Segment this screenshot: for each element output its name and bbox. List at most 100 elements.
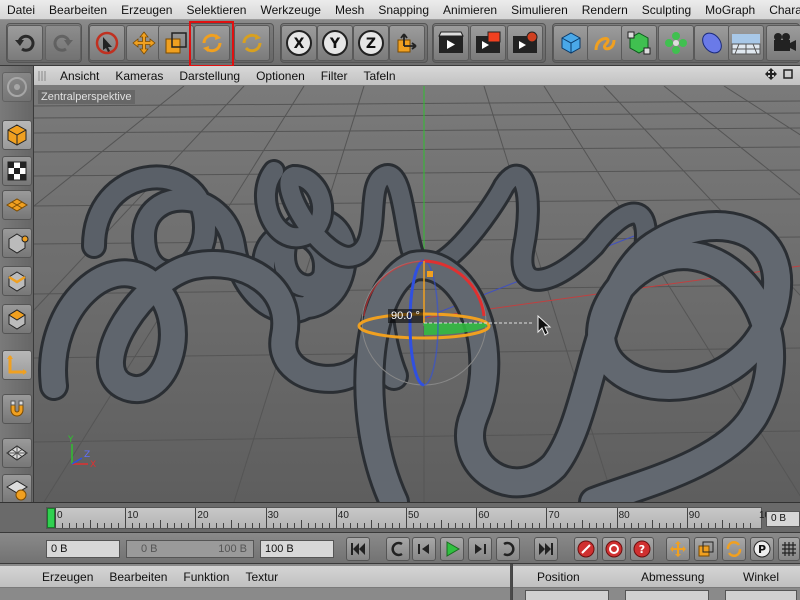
viewport-menu-filter[interactable]: Filter	[313, 66, 356, 86]
menu-funktion[interactable]: Funktion	[175, 570, 237, 584]
menu-bearbeiten-bottom[interactable]: Bearbeiten	[101, 570, 175, 584]
menu-erzeugen-bottom[interactable]: Erzeugen	[34, 570, 101, 584]
nurbs-button[interactable]	[621, 25, 657, 61]
timeline-tick	[483, 523, 485, 528]
timeline-tick	[62, 523, 64, 528]
viewport-move-icon	[765, 68, 793, 80]
points-mode-button[interactable]	[2, 228, 32, 258]
menu-datei[interactable]: Datei	[0, 0, 42, 19]
last-tool-icon	[242, 33, 262, 53]
previous-key-button[interactable]	[386, 537, 410, 561]
move-key-button[interactable]	[666, 537, 690, 561]
current-frame-field[interactable]: 0 B	[766, 511, 800, 527]
make-editable-button[interactable]	[2, 120, 32, 150]
spline-button[interactable]	[587, 25, 623, 61]
timeline-playhead[interactable]	[47, 508, 55, 528]
undo-button[interactable]	[7, 25, 43, 61]
live-selection-icon	[95, 31, 119, 55]
menu-rendern[interactable]: Rendern	[575, 0, 635, 19]
go-to-end-button[interactable]	[534, 537, 558, 561]
axis-y-button[interactable]: Y	[317, 25, 353, 61]
timeline-ruler[interactable]: 0102030405060708090100	[46, 507, 776, 529]
menu-erzeugen[interactable]: Erzeugen	[114, 0, 179, 19]
panel-grip[interactable]	[34, 66, 52, 86]
play-button[interactable]	[440, 537, 464, 561]
previous-frame-button[interactable]	[412, 537, 436, 561]
edges-mode-button[interactable]	[2, 266, 32, 296]
menu-bearbeiten[interactable]: Bearbeiten	[42, 0, 114, 19]
timeline-tick	[223, 523, 225, 528]
timeline-tick	[504, 523, 506, 528]
menu-mograph[interactable]: MoGraph	[698, 0, 762, 19]
viewport-menu-ansicht[interactable]: Ansicht	[52, 66, 107, 86]
menu-mesh[interactable]: Mesh	[328, 0, 371, 19]
timeline-tick	[104, 523, 106, 528]
texture-axis-button[interactable]	[2, 190, 32, 220]
cube-button[interactable]	[553, 25, 589, 61]
live-selection-button[interactable]	[89, 25, 125, 61]
record-button[interactable]	[574, 537, 598, 561]
render-settings-button[interactable]	[507, 25, 543, 61]
timeline-tick-label: 0	[57, 510, 63, 521]
parameter-key-button[interactable]: P	[750, 537, 774, 561]
menu-charakter[interactable]: Charakt	[762, 0, 800, 19]
deformer-button[interactable]	[694, 25, 730, 61]
viewport-menu-tafeln[interactable]: Tafeln	[355, 66, 403, 86]
axis-z-button[interactable]: Z	[353, 25, 389, 61]
snap-button[interactable]	[2, 394, 32, 424]
locked-workplane-button[interactable]	[2, 474, 32, 504]
floor-icon	[731, 34, 761, 55]
preview-range-slider[interactable]: 0 B 100 B	[126, 540, 254, 558]
menu-simulieren[interactable]: Simulieren	[504, 0, 575, 19]
coordinate-system-button[interactable]	[389, 25, 425, 61]
viewport-menu-optionen[interactable]: Optionen	[248, 66, 313, 86]
menu-sculpting[interactable]: Sculpting	[635, 0, 698, 19]
next-frame-button[interactable]	[468, 537, 492, 561]
next-key-button[interactable]	[496, 537, 520, 561]
last-tool-button[interactable]	[234, 25, 270, 61]
workplane-button[interactable]	[2, 438, 32, 468]
move-button[interactable]	[126, 25, 162, 61]
timeline-tick	[328, 523, 330, 528]
3d-viewport[interactable]: Y X Z Zentralperspektive 90.0 °	[34, 86, 800, 502]
cube-icon	[561, 32, 581, 54]
size-x-field[interactable]	[625, 590, 709, 600]
autokey-button[interactable]	[602, 537, 626, 561]
viewport-menu-darstellung[interactable]: Darstellung	[171, 66, 248, 86]
array-button[interactable]	[658, 25, 694, 61]
object-manager-panel: Erzeugen Bearbeiten Funktion Textur	[0, 564, 510, 600]
menu-animieren[interactable]: Animieren	[436, 0, 504, 19]
angle-h-field[interactable]	[725, 590, 797, 600]
floor-button[interactable]	[728, 25, 764, 61]
timeline-tick	[244, 523, 246, 528]
rotate-key-button[interactable]	[722, 537, 746, 561]
camera-button[interactable]	[766, 25, 800, 61]
start-frame-field[interactable]: 0 B	[46, 540, 120, 558]
axis-mode-button[interactable]	[2, 350, 32, 380]
menu-werkzeuge[interactable]: Werkzeuge	[253, 0, 327, 19]
scale-icon	[165, 32, 187, 54]
timeline-tick	[342, 523, 344, 528]
coordinate-system-icon	[397, 33, 417, 53]
menu-textur[interactable]: Textur	[237, 570, 286, 584]
redo-button[interactable]	[45, 25, 81, 61]
scale-key-button[interactable]	[694, 537, 718, 561]
grid-key-button[interactable]	[778, 537, 800, 561]
go-to-start-icon	[351, 543, 365, 555]
render-view-button[interactable]	[433, 25, 469, 61]
end-frame-field[interactable]: 100 B	[260, 540, 334, 558]
axis-x-button[interactable]: X	[281, 25, 317, 61]
viewport-solo-button[interactable]	[2, 72, 32, 102]
help-button[interactable]: ?	[630, 537, 654, 561]
go-to-start-button[interactable]	[346, 537, 370, 561]
timeline-tick	[363, 523, 365, 528]
viewport-navigation[interactable]	[764, 67, 800, 84]
texture-mode-button[interactable]	[2, 156, 32, 186]
render-picture-viewer-button[interactable]	[470, 25, 506, 61]
viewport-menu-kameras[interactable]: Kameras	[107, 66, 171, 86]
position-x-field[interactable]	[525, 590, 609, 600]
polygons-mode-button[interactable]	[2, 304, 32, 334]
timeline-tick	[76, 523, 78, 528]
menu-selektieren[interactable]: Selektieren	[179, 0, 253, 19]
menu-snapping[interactable]: Snapping	[371, 0, 436, 19]
